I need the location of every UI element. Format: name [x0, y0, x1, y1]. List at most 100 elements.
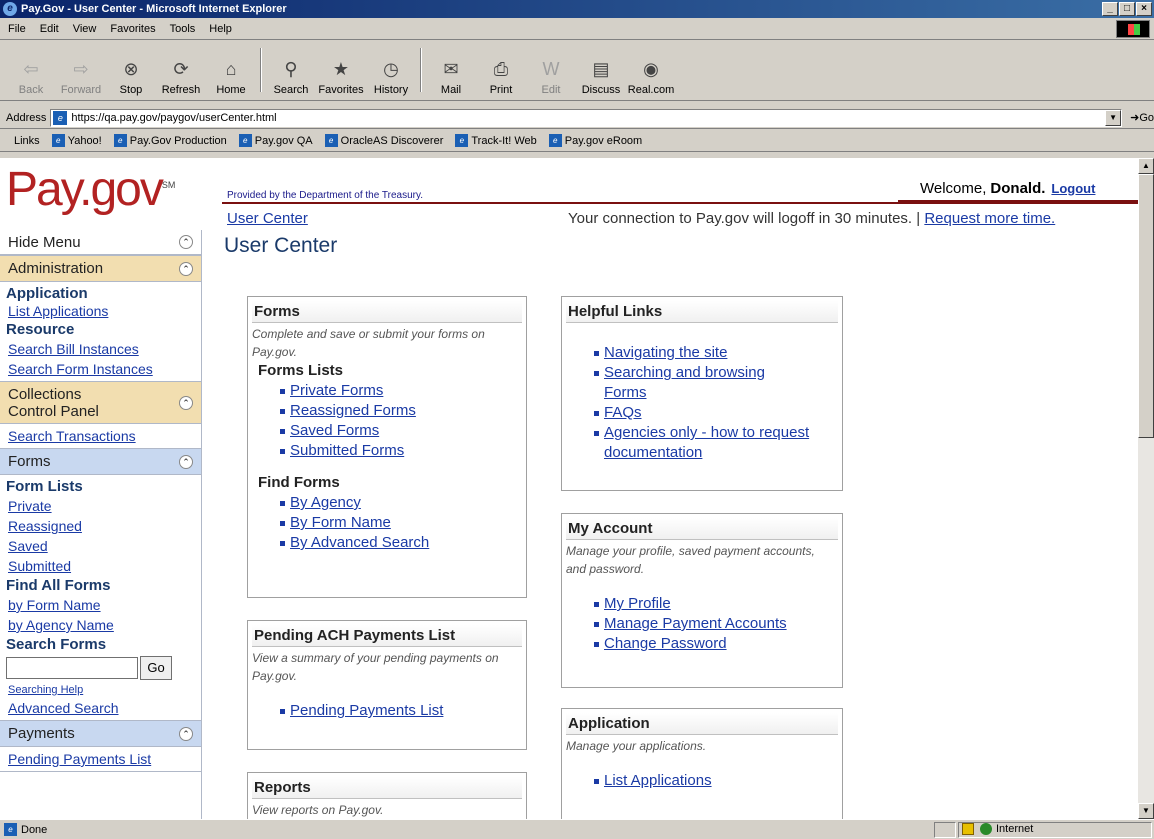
scroll-up-button[interactable]: ▲	[1138, 158, 1154, 174]
address-input[interactable]: e https://qa.pay.gov/paygov/userCenter.h…	[50, 108, 1123, 127]
search-forms-input[interactable]	[6, 657, 138, 679]
link-paygov-production[interactable]: e Pay.Gov Production	[113, 134, 227, 147]
refresh-button[interactable]: ⟳ Refresh	[158, 57, 204, 97]
vertical-scrollbar[interactable]: ▲ ▼	[1138, 158, 1154, 819]
sidebar-item-reassigned[interactable]: Reassigned	[0, 516, 201, 536]
link-paygov-qa[interactable]: e Pay.gov QA	[238, 134, 313, 147]
search-forms-row: Go	[0, 656, 201, 680]
forward-button[interactable]: ⇨ Forward	[58, 57, 104, 97]
sidebar-heading-form-lists: Form Lists	[6, 478, 83, 495]
menu-favorites[interactable]: Favorites	[110, 23, 155, 35]
paygov-logo[interactable]: Pay.govSM	[0, 158, 222, 230]
page-icon: e	[238, 134, 252, 147]
welcome-text: Welcome,	[920, 179, 987, 197]
link-trackit-web[interactable]: e Track-It! Web	[455, 134, 537, 147]
link-submitted-forms[interactable]: Submitted Forms	[280, 441, 522, 461]
page-icon: e	[4, 823, 17, 836]
sidebar-item-by-form-name[interactable]: by Form Name	[0, 595, 201, 615]
page-icon: e	[455, 134, 469, 147]
sidebar-item-private[interactable]: Private	[0, 496, 201, 516]
my-account-panel: My Account Manage your profile, saved pa…	[561, 513, 843, 688]
link-by-agency[interactable]: By Agency	[280, 493, 522, 513]
logout-link[interactable]: Logout	[1051, 181, 1095, 196]
section-collections[interactable]: Collections Control Panel ⌃	[0, 382, 201, 424]
user-name: Donald.	[990, 179, 1046, 197]
link-yahoo[interactable]: e Yahoo!	[51, 134, 102, 147]
link-by-advanced-search[interactable]: By Advanced Search	[280, 533, 522, 553]
link-pending-payments-list[interactable]: Pending Payments List	[280, 701, 522, 721]
section-administration[interactable]: Administration ⌃	[0, 256, 201, 282]
page-icon: e	[51, 134, 65, 147]
realcom-button[interactable]: ◉ Real.com	[628, 57, 674, 97]
home-button[interactable]: ⌂ Home	[208, 57, 254, 97]
security-zone: Internet	[980, 823, 1033, 835]
link-reassigned-forms[interactable]: Reassigned Forms	[280, 401, 522, 421]
section-forms[interactable]: Forms ⌃	[0, 449, 201, 475]
scroll-down-button[interactable]: ▼	[1138, 803, 1154, 819]
close-button[interactable]: ×	[1136, 2, 1152, 16]
pending-ach-list: Pending Payments List	[252, 701, 522, 721]
edit-button[interactable]: W Edit	[528, 57, 574, 97]
link-faqs[interactable]: FAQs	[594, 403, 838, 423]
sidebar-item-search-form-instances[interactable]: Search Form Instances	[0, 359, 201, 379]
link-saved-forms[interactable]: Saved Forms	[280, 421, 522, 441]
mail-button[interactable]: ✉ Mail	[428, 57, 474, 97]
sidebar-item-search-transactions[interactable]: Search Transactions	[0, 426, 201, 446]
refresh-icon: ⟳	[173, 58, 189, 79]
hide-menu-toggle[interactable]: Hide Menu ⌃	[0, 230, 201, 256]
breadcrumb[interactable]: User Center	[227, 210, 308, 227]
section-payments[interactable]: Payments ⌃	[0, 721, 201, 747]
sidebar-item-pending-payments-list[interactable]: Pending Payments List	[0, 749, 201, 769]
stop-icon: ⊗	[123, 58, 139, 79]
search-forms-go-button[interactable]: Go	[140, 656, 172, 680]
favorites-button[interactable]: ★ Favorites	[318, 57, 364, 97]
history-button[interactable]: ◷ History	[368, 57, 414, 97]
link-paygov-eroom[interactable]: e Pay.gov eRoom	[548, 134, 642, 147]
sidebar-item-searching-help[interactable]: Searching Help	[0, 682, 201, 698]
go-button[interactable]: ➜Go	[1130, 111, 1154, 124]
sidebar-item-list-applications[interactable]: List Applications	[0, 303, 201, 320]
helpful-links-panel: Helpful Links Navigating the site Search…	[561, 296, 843, 491]
print-button[interactable]: ⎙ Print	[478, 57, 524, 97]
sidebar-item-saved[interactable]: Saved	[0, 536, 201, 556]
home-icon: ⌂	[225, 58, 237, 79]
reports-panel-description: View reports on Pay.gov.	[252, 803, 384, 817]
link-manage-payment-accounts[interactable]: Manage Payment Accounts	[594, 614, 838, 634]
link-list-applications[interactable]: List Applications	[594, 771, 838, 791]
menu-file[interactable]: File	[8, 23, 26, 35]
menu-edit[interactable]: Edit	[40, 23, 59, 35]
globe-icon	[980, 823, 992, 835]
reports-panel-title: Reports	[252, 777, 522, 799]
scroll-thumb[interactable]	[1138, 174, 1154, 438]
sidebar-item-advanced-search[interactable]: Advanced Search	[0, 698, 201, 718]
link-change-password[interactable]: Change Password	[594, 634, 838, 654]
header-divider	[222, 202, 1138, 204]
page-icon: e	[324, 134, 338, 147]
link-oracleas-discoverer[interactable]: e OracleAS Discoverer	[324, 134, 443, 147]
sidebar-heading-resource: Resource	[6, 321, 75, 338]
sidebar: Hide Menu ⌃ Administration ⌃ Application…	[0, 230, 202, 819]
link-by-form-name[interactable]: By Form Name	[280, 513, 522, 533]
discuss-button[interactable]: ▤ Discuss	[578, 57, 624, 97]
reports-panel: Reports View reports on Pay.gov.	[247, 772, 527, 819]
maximize-button[interactable]: □	[1119, 2, 1135, 16]
sidebar-item-by-agency-name[interactable]: by Agency Name	[0, 615, 201, 635]
link-navigating-the-site[interactable]: Navigating the site	[594, 343, 838, 363]
link-agencies-request-documentation[interactable]: Agencies only - how to request documenta…	[594, 423, 814, 463]
search-button[interactable]: ⚲ Search	[268, 57, 314, 97]
request-more-time-link[interactable]: Request more time.	[924, 210, 1055, 227]
back-button[interactable]: ⇦ Back	[8, 57, 54, 97]
menu-view[interactable]: View	[73, 23, 97, 35]
sidebar-item-search-bill-instances[interactable]: Search Bill Instances	[0, 339, 201, 359]
address-dropdown-button[interactable]: ▼	[1105, 109, 1122, 126]
minimize-button[interactable]: _	[1102, 2, 1118, 16]
link-my-profile[interactable]: My Profile	[594, 594, 838, 614]
stop-button[interactable]: ⊗ Stop	[108, 57, 154, 97]
menu-tools[interactable]: Tools	[170, 23, 196, 35]
link-searching-and-browsing-forms[interactable]: Searching and browsing Forms	[594, 363, 804, 403]
menu-help[interactable]: Help	[209, 23, 232, 35]
sidebar-item-submitted[interactable]: Submitted	[0, 556, 201, 576]
forms-links: Form Lists Private Reassigned Saved Subm…	[0, 475, 201, 721]
page-icon: e	[53, 110, 68, 125]
link-private-forms[interactable]: Private Forms	[280, 381, 522, 401]
